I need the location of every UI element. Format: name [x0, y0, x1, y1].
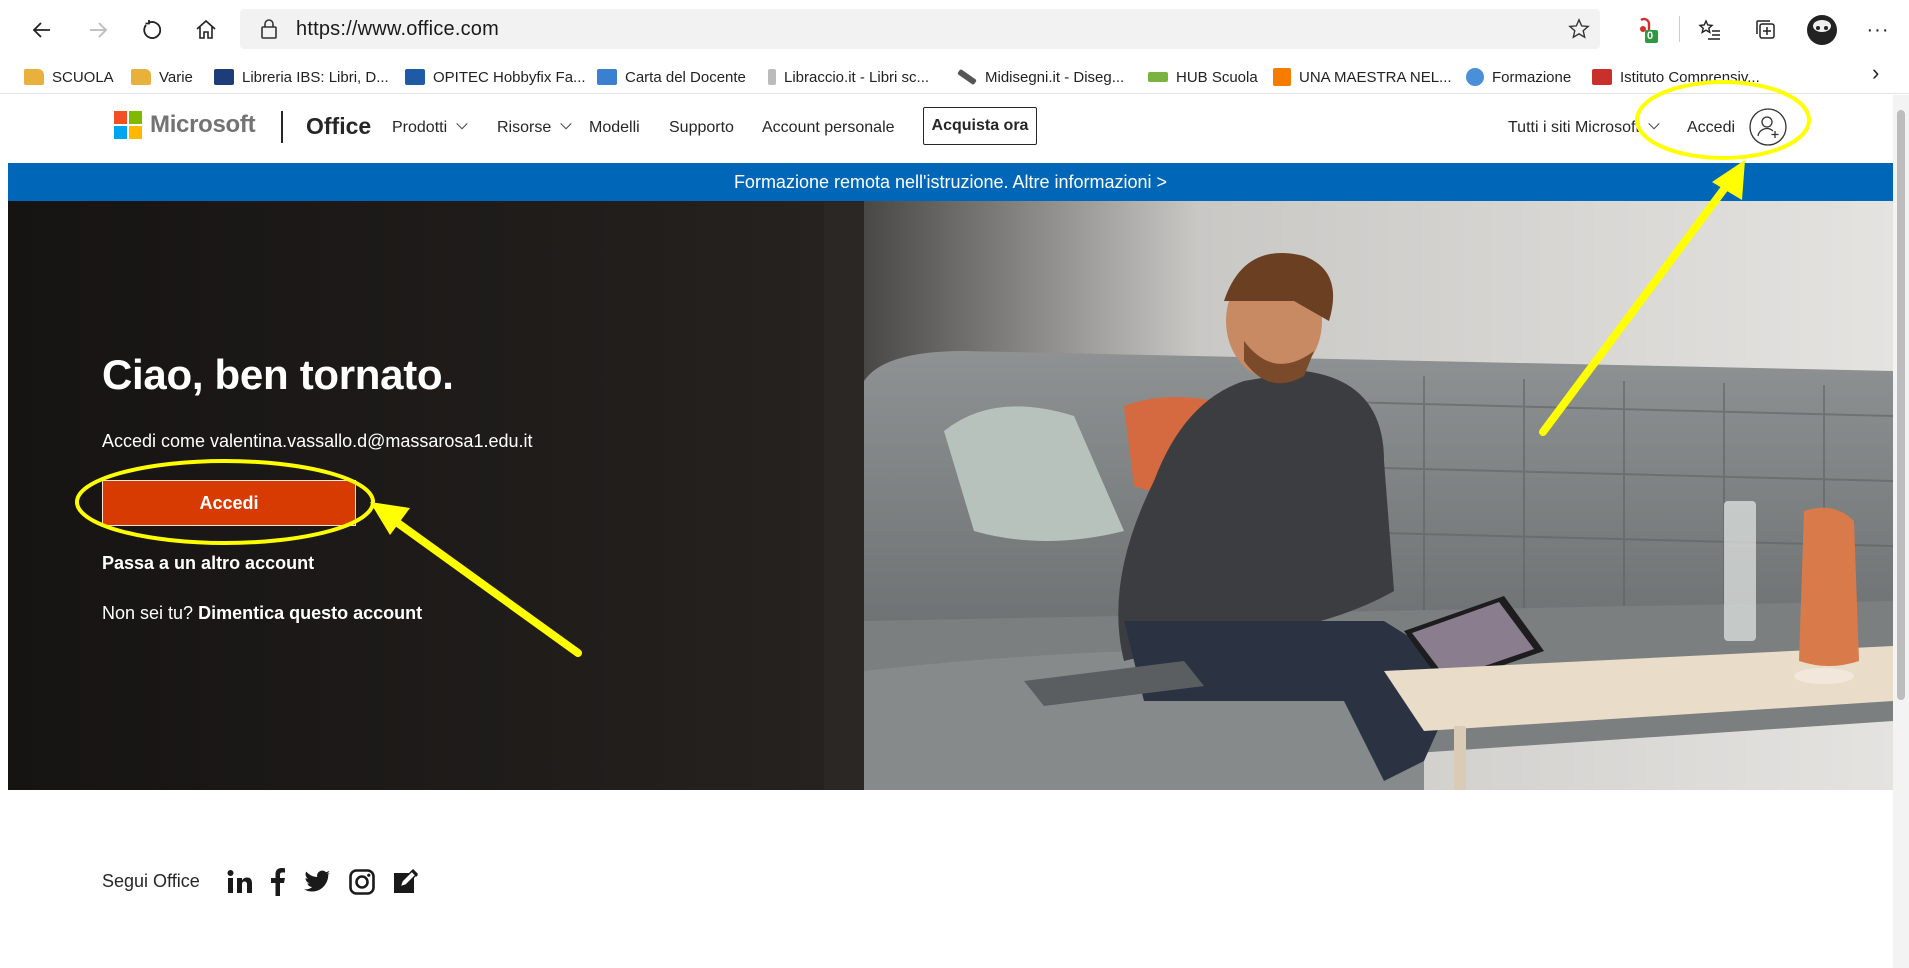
bookmarks-bar: SCUOLA Varie Libreria IBS: Libri, D... O…: [0, 58, 1909, 94]
hero-photo: [824, 201, 1893, 790]
office-header: Microsoft Office Prodotti Risorse Modell…: [8, 95, 1893, 163]
bookmark-opitec[interactable]: OPITEC Hobbyfix Fa...: [405, 67, 586, 87]
chevron-down-icon: [1648, 118, 1660, 130]
bookmark-label: Libraccio.it - Libri sc...: [784, 68, 930, 86]
menu-account-personale[interactable]: Account personale: [762, 119, 895, 137]
header-divider: [281, 111, 283, 143]
bookmark-una-maestra[interactable]: UNA MAESTRA NEL...: [1273, 67, 1452, 87]
toolbar-divider: [1679, 16, 1680, 42]
star-icon[interactable]: [1568, 18, 1590, 45]
folder-icon: [24, 69, 44, 85]
pencil-icon: [957, 68, 977, 86]
follow-office-label: Segui Office: [102, 871, 200, 891]
menu-supporto[interactable]: Supporto: [669, 119, 734, 137]
facebook-icon[interactable]: [268, 866, 288, 898]
bookmark-istituto[interactable]: Istituto Comprensiv...: [1592, 67, 1760, 87]
forget-account-line: Non sei tu? Dimentica questo account: [102, 603, 422, 624]
bookmark-label: Midisegni.it - Diseg...: [985, 68, 1125, 86]
chevron-down-icon: [455, 118, 468, 130]
lock-icon[interactable]: [260, 18, 278, 45]
card-icon: [597, 69, 617, 85]
forward-icon[interactable]: [80, 12, 116, 48]
url-text[interactable]: https://www.office.com: [296, 18, 499, 41]
libraccio-icon: [768, 69, 776, 85]
bookmark-label: Formazione: [1492, 68, 1572, 86]
account-signin-icon[interactable]: [1749, 108, 1787, 151]
extension-icon[interactable]: 0: [1628, 12, 1664, 48]
menu-label: Risorse: [497, 119, 552, 136]
hero-section: Ciao, ben tornato. Accedi come valentina…: [8, 201, 1893, 790]
bookmark-label: HUB Scuola: [1176, 68, 1258, 86]
microsoft-wordmark: Microsoft: [150, 111, 256, 138]
refresh-icon[interactable]: [134, 12, 170, 48]
header-signin-link[interactable]: Accedi: [1687, 119, 1735, 137]
bookmark-label: Istituto Comprensiv...: [1620, 68, 1760, 86]
more-icon[interactable]: ···: [1860, 12, 1896, 48]
bookmark-ibs[interactable]: Libreria IBS: Libri, D...: [214, 67, 389, 87]
scrollbar-thumb[interactable]: [1897, 110, 1905, 700]
bookmark-label: SCUOLA: [52, 68, 114, 86]
bookmarks-overflow-chevron-icon[interactable]: ›: [1872, 60, 1879, 85]
folder-icon: [131, 69, 151, 85]
bookmark-libraccio[interactable]: Libraccio.it - Libri sc...: [768, 67, 929, 87]
home-icon[interactable]: [188, 12, 224, 48]
collections-icon[interactable]: [1748, 12, 1784, 48]
bookmark-label: Varie: [159, 68, 193, 86]
bookmark-label: UNA MAESTRA NEL...: [1299, 68, 1452, 86]
favorites-icon[interactable]: [1692, 12, 1728, 48]
switch-account-link[interactable]: Passa a un altro account: [102, 553, 314, 574]
bookmark-label: OPITEC Hobbyfix Fa...: [433, 68, 586, 86]
menu-label: Tutti i siti Microsoft: [1508, 119, 1640, 136]
twitter-icon[interactable]: [303, 866, 331, 898]
greeting-heading: Ciao, ben tornato.: [102, 351, 454, 398]
school-icon: [1592, 69, 1612, 85]
bookmark-formazione[interactable]: Formazione: [1466, 67, 1571, 87]
menu-prodotti[interactable]: Prodotti: [392, 118, 468, 137]
ibs-icon: [214, 69, 234, 85]
menu-risorse[interactable]: Risorse: [497, 118, 572, 137]
chevron-down-icon: [560, 118, 572, 130]
microsoft-logo[interactable]: Microsoft: [114, 111, 256, 139]
promo-banner-link[interactable]: Formazione remota nell'istruzione. Altre…: [8, 163, 1893, 201]
signin-as-text: Accedi come valentina.vassallo.d@massaro…: [102, 431, 533, 451]
blogger-icon: [1273, 68, 1291, 86]
bookmark-label: Libreria IBS: Libri, D...: [242, 68, 389, 86]
bookmark-varie[interactable]: Varie: [131, 67, 193, 87]
browser-toolbar: https://www.office.com 0 ···: [0, 0, 1909, 58]
not-you-text: Non sei tu?: [102, 603, 194, 623]
bookmark-hub-scuola[interactable]: HUB Scuola: [1148, 67, 1258, 87]
linkedin-icon[interactable]: [226, 866, 254, 898]
office-title[interactable]: Office: [306, 113, 371, 140]
opitec-icon: [405, 69, 425, 85]
menu-label: Prodotti: [392, 119, 448, 136]
blog-icon[interactable]: [392, 866, 420, 898]
hub-icon: [1148, 72, 1168, 82]
all-microsoft-sites-menu[interactable]: Tutti i siti Microsoft: [1508, 118, 1660, 137]
bookmark-scuola[interactable]: SCUOLA: [24, 67, 114, 87]
formazione-icon: [1466, 68, 1484, 86]
bookmark-midisegni[interactable]: Midisegni.it - Diseg...: [957, 67, 1124, 87]
buy-now-button[interactable]: Acquista ora: [923, 107, 1037, 145]
back-icon[interactable]: [24, 12, 60, 48]
microsoft-logo-icon: [114, 111, 142, 139]
menu-modelli[interactable]: Modelli: [589, 119, 640, 137]
address-bar[interactable]: https://www.office.com: [240, 9, 1600, 49]
signin-button[interactable]: Accedi: [102, 480, 356, 526]
forget-account-link[interactable]: Dimentica questo account: [198, 603, 422, 623]
bookmark-label: Carta del Docente: [625, 68, 746, 86]
instagram-icon[interactable]: [348, 866, 376, 898]
bookmark-carta-docente[interactable]: Carta del Docente: [597, 67, 746, 87]
extension-badge: 0: [1647, 30, 1654, 42]
profile-avatar[interactable]: [1804, 12, 1840, 48]
